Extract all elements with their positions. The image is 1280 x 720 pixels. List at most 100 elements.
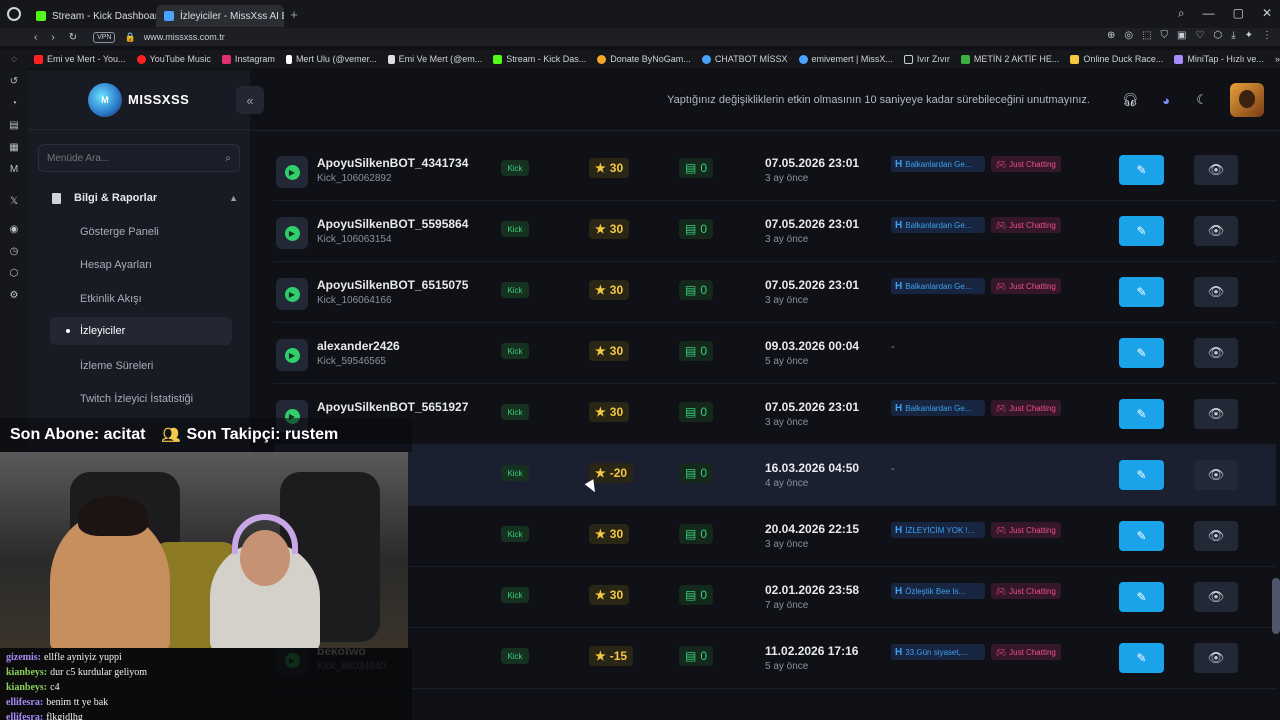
table-row[interactable]: ▶ ApoyuSilkenBOT_5651927 Kick ★ 30 ▤ 0 07.05.20… bbox=[274, 384, 1276, 445]
forward-icon[interactable]: › bbox=[51, 32, 54, 43]
m-icon[interactable]: M bbox=[10, 164, 18, 175]
target-icon[interactable]: ◉ bbox=[10, 224, 19, 235]
view-button[interactable]: 👁︎ bbox=[1194, 399, 1238, 429]
table-row[interactable]: ▶ ApoyuSilkenBOT_5595864 Kick_106063154 Kic… bbox=[274, 201, 1276, 262]
support-headset-icon[interactable]: 🎧︎ bbox=[1120, 90, 1140, 110]
camera-icon[interactable]: ◎ bbox=[1124, 30, 1133, 41]
table-row[interactable]: ▶951Kick★30▤020.04.2026 22:153 ay önceHİ… bbox=[274, 506, 1276, 567]
edit-button[interactable]: ✎ bbox=[1119, 216, 1164, 246]
chevron-up-icon[interactable]: ▲ bbox=[229, 193, 238, 203]
bookmark-item[interactable]: Stream - Kick Das... bbox=[493, 54, 586, 64]
play-icon[interactable]: ▶ bbox=[276, 339, 308, 371]
view-button[interactable]: 👁︎ bbox=[1194, 277, 1238, 307]
logo[interactable]: M MISSXSS bbox=[28, 70, 250, 130]
messenger-icon[interactable]: ◌ bbox=[11, 54, 17, 65]
viewer-name[interactable]: ApoyuSilkenBOT_5651927 bbox=[317, 400, 468, 414]
cube-icon[interactable]: ▣ bbox=[1177, 30, 1186, 41]
pin-icon[interactable]: ▦ bbox=[9, 142, 18, 153]
settings-icon[interactable]: ⚙ bbox=[10, 290, 19, 301]
viewer-name[interactable]: alexander2426 bbox=[317, 339, 400, 353]
collapse-sidebar-button[interactable]: « bbox=[236, 86, 264, 114]
tab-kick-dashboard[interactable]: Stream - Kick Dashboard bbox=[28, 5, 156, 27]
url-field[interactable]: www.missxss.com.tr bbox=[144, 32, 225, 42]
viewer-name[interactable]: ApoyuSilkenBOT_5595864 bbox=[317, 217, 468, 231]
history-icon[interactable]: ↺ bbox=[10, 76, 18, 87]
section-bilgi-raporlar[interactable]: Bilgi & Raporlar ▲ bbox=[52, 192, 238, 204]
heart-icon[interactable]: ♡ bbox=[1195, 30, 1204, 41]
edit-button[interactable]: ✎ bbox=[1119, 155, 1164, 185]
play-icon[interactable]: ▶ bbox=[276, 217, 308, 249]
bookmark-item[interactable]: METİN 2 AKTİF HE... bbox=[960, 54, 1059, 64]
menu-search[interactable]: ⌕ bbox=[38, 144, 240, 172]
dark-mode-moon-icon[interactable]: ☾ bbox=[1192, 90, 1212, 110]
table-row[interactable]: ▶Kick★-20▤016.03.2026 04:504 ay önce-✎👁︎ bbox=[274, 445, 1276, 506]
table-row[interactable]: ▶ ApoyuSilkenBOT_6515075 Kick_106064166 Kic… bbox=[274, 262, 1276, 323]
bookmark-item[interactable]: Donate ByNoGam... bbox=[597, 54, 691, 64]
view-button[interactable]: 👁︎ bbox=[1194, 643, 1238, 673]
page-scrollbar[interactable] bbox=[1272, 578, 1280, 634]
viewer-name[interactable]: ApoyuSilkenBOT_6515075 bbox=[317, 278, 468, 292]
bookmark-item[interactable]: Emi Ve Mert (@em... bbox=[387, 54, 482, 64]
menu-item-izleyiciler[interactable]: İzleyiciler bbox=[50, 317, 232, 345]
edit-button[interactable]: ✎ bbox=[1119, 399, 1164, 429]
play-icon[interactable]: ▶ bbox=[276, 278, 308, 310]
maximize-icon[interactable]: ▢ bbox=[1233, 6, 1244, 21]
reload-icon[interactable]: ↻ bbox=[69, 32, 77, 43]
lock-icon[interactable]: 🔒 bbox=[124, 32, 135, 43]
menu-item-etkinlik-akisi[interactable]: Etkinlik Akışı bbox=[50, 285, 232, 313]
menu-item-hesap-ayarlari[interactable]: Hesap Ayarları bbox=[50, 251, 232, 279]
clock-icon[interactable]: ◷ bbox=[10, 246, 19, 257]
bag-icon[interactable]: ▤ bbox=[9, 120, 18, 131]
ai-icon[interactable]: ✦ bbox=[1245, 30, 1253, 41]
view-button[interactable]: 👁︎ bbox=[1194, 460, 1238, 490]
menu-icon[interactable]: ⋮ bbox=[1262, 30, 1272, 41]
bookmark-item[interactable]: YouTube Music bbox=[136, 54, 211, 64]
table-row[interactable]: ▶Kick★30▤002.01.2026 23:587 ay önceHÖzle… bbox=[274, 567, 1276, 628]
bookmark-item[interactable]: Mert Ulu (@vemer... bbox=[285, 54, 377, 64]
bookmarks-overflow-icon[interactable]: » bbox=[1275, 54, 1280, 64]
discord-icon[interactable]: ◕ bbox=[1156, 90, 1176, 110]
edit-button[interactable]: ✎ bbox=[1119, 460, 1164, 490]
edit-button[interactable]: ✎ bbox=[1119, 582, 1164, 612]
bookmark-item[interactable]: Instagram bbox=[221, 54, 275, 64]
vpn-badge[interactable]: VPN bbox=[93, 31, 116, 43]
new-tab-button[interactable]: + bbox=[286, 7, 302, 22]
x-icon[interactable]: 𝕏 bbox=[10, 196, 18, 207]
zoom-icon[interactable]: ⊕ bbox=[1107, 30, 1115, 41]
view-button[interactable]: 👁︎ bbox=[1194, 216, 1238, 246]
menu-item-twitch-istatistik[interactable]: Twitch İzleyici İstatistiği bbox=[50, 385, 232, 413]
edit-button[interactable]: ✎ bbox=[1119, 521, 1164, 551]
play-icon[interactable]: ▶ bbox=[276, 156, 308, 188]
menu-item-izleme-sureleri[interactable]: İzleme Süreleri bbox=[50, 352, 232, 380]
download-icon[interactable]: ⤓ bbox=[1231, 30, 1235, 41]
opera-menu-icon[interactable] bbox=[0, 0, 28, 28]
search-tabs-icon[interactable]: ⌕ bbox=[1178, 6, 1185, 21]
bookmark-item[interactable]: Ivır Zıvır bbox=[903, 54, 950, 64]
edit-button[interactable]: ✎ bbox=[1119, 643, 1164, 673]
shield-icon[interactable]: ⛉ bbox=[1161, 30, 1169, 41]
minimize-icon[interactable]: — bbox=[1203, 6, 1215, 21]
edit-button[interactable]: ✎ bbox=[1119, 277, 1164, 307]
table-row[interactable]: ▶ ApoyuSilkenBOT_4341734 Kick_106062892 Kic… bbox=[274, 140, 1276, 201]
menu-search-input[interactable] bbox=[47, 152, 217, 164]
tab-izleyiciler[interactable]: İzleyiciler - MissXss AI Bot ✕ bbox=[156, 5, 284, 27]
search-icon[interactable]: ⌕ bbox=[225, 153, 231, 164]
view-button[interactable]: 👁︎ bbox=[1194, 155, 1238, 185]
bookmark-item[interactable]: MiniTap - Hızlı ve... bbox=[1174, 54, 1264, 64]
back-icon[interactable]: ‹ bbox=[34, 32, 37, 43]
user-avatar[interactable] bbox=[1230, 83, 1264, 117]
view-button[interactable]: 👁︎ bbox=[1194, 338, 1238, 368]
whatsapp-icon[interactable]: ◔ bbox=[11, 98, 17, 109]
extensions-icon[interactable]: ⬡ bbox=[1213, 30, 1222, 41]
cube-sidebar-icon[interactable]: ⬡ bbox=[10, 268, 19, 279]
bookmark-item[interactable]: emivemert | MissX... bbox=[798, 54, 893, 64]
viewer-name[interactable]: ApoyuSilkenBOT_4341734 bbox=[317, 156, 468, 170]
bookmark-item[interactable]: Online Duck Race... bbox=[1070, 54, 1163, 64]
bookmark-item[interactable]: CHATBOT MİSSX bbox=[701, 54, 788, 64]
menu-item-gosterge-paneli[interactable]: Gösterge Paneli bbox=[50, 218, 232, 246]
view-button[interactable]: 👁︎ bbox=[1194, 582, 1238, 612]
snapshot-icon[interactable]: ⬚ bbox=[1142, 30, 1151, 41]
table-row[interactable]: ▶ alexander2426 Kick_59546565 Kick ★ 30 ▤ 0 09.0… bbox=[274, 323, 1276, 384]
view-button[interactable]: 👁︎ bbox=[1194, 521, 1238, 551]
bookmark-item[interactable]: Emi ve Mert - You... bbox=[34, 54, 126, 64]
